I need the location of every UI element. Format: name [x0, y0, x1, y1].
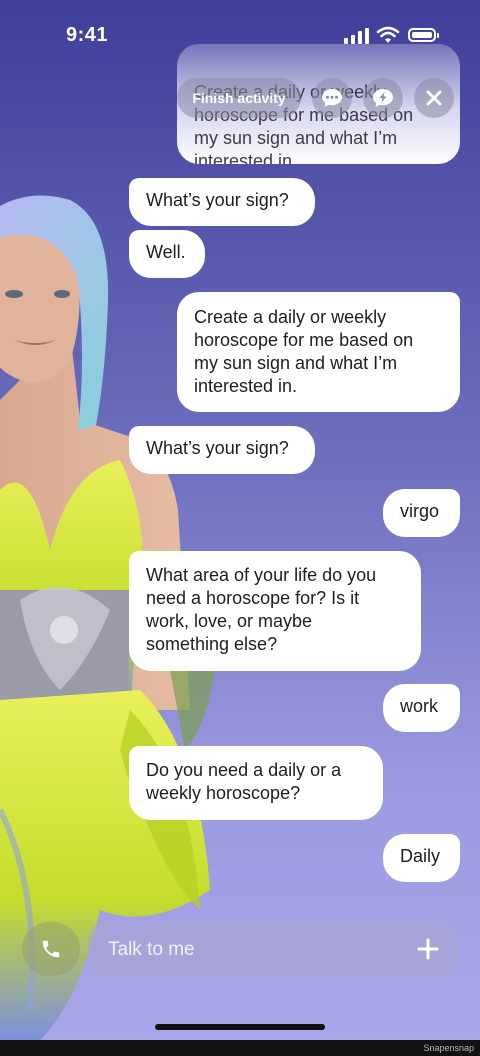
user-message: virgo [383, 489, 460, 537]
bot-message: What’s your sign? [129, 178, 315, 226]
chat-screen: 9:41 Create a daily or weekly horoscope … [0, 0, 480, 1040]
bot-message: What area of your life do you need a hor… [129, 551, 421, 671]
bot-message: Do you need a daily or a weekly horoscop… [129, 746, 383, 820]
phone-icon [42, 940, 60, 958]
finish-activity-label: Finish activity [192, 90, 286, 106]
bot-message: Well. [129, 230, 205, 278]
bot-message: What’s your sign? [129, 426, 315, 474]
status-time: 9:41 [66, 24, 109, 46]
close-icon [426, 90, 442, 106]
footer-bar [0, 1040, 480, 1056]
message-composer [88, 921, 460, 979]
cellular-signal-icon [344, 28, 369, 44]
user-message: work [383, 684, 460, 732]
user-message: Daily [383, 834, 460, 882]
home-indicator[interactable] [155, 1024, 325, 1030]
message-input[interactable] [106, 921, 400, 979]
watermark-text: Snapensnap [423, 1043, 474, 1053]
call-button[interactable] [22, 922, 80, 976]
lightning-bubble-icon [373, 89, 393, 107]
plus-icon[interactable] [414, 935, 442, 963]
quick-actions-button[interactable] [363, 78, 403, 118]
wifi-icon [376, 26, 400, 43]
user-message: Create a daily or weekly horoscope for m… [177, 292, 460, 412]
battery-icon [408, 28, 439, 42]
chat-mode-button[interactable] [312, 78, 352, 118]
close-button[interactable] [414, 78, 454, 118]
finish-activity-button[interactable]: Finish activity [177, 78, 301, 118]
chat-bubble-icon [322, 89, 342, 107]
